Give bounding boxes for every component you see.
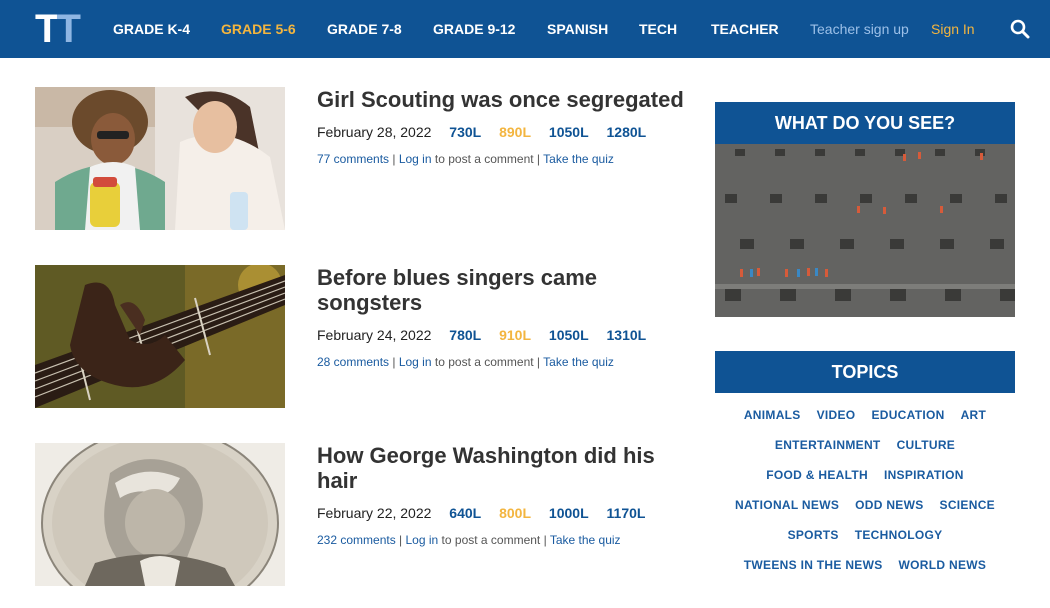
site-logo[interactable]: TT <box>35 7 81 51</box>
nav-grade-9-12[interactable]: GRADE 9-12 <box>433 0 515 58</box>
topic-link-animals[interactable]: ANIMALS <box>744 408 801 422</box>
login-link[interactable]: Log in <box>406 533 439 547</box>
comments-link[interactable]: 232 comments <box>317 533 396 547</box>
sign-in-link[interactable]: Sign In <box>931 0 975 58</box>
lexile-level-link[interactable]: 890L <box>499 124 531 140</box>
topic-link-food-health[interactable]: FOOD & HEALTH <box>766 468 868 482</box>
article-title[interactable]: Before blues singers came songsters <box>317 265 697 315</box>
comments-link[interactable]: 77 comments <box>317 152 389 166</box>
topic-link-tweens-in-the-news[interactable]: TWEENS IN THE NEWS <box>744 558 883 572</box>
nav-spanish[interactable]: SPANISH <box>547 0 608 58</box>
article-thumbnail-george-washington[interactable] <box>35 443 285 586</box>
nav-grade-7-8[interactable]: GRADE 7-8 <box>327 0 402 58</box>
article-date: February 28, 2022 <box>317 124 432 140</box>
topic-link-inspiration[interactable]: INSPIRATION <box>884 468 964 482</box>
teacher-signup-link[interactable]: Teacher sign up <box>810 0 909 58</box>
topics-row: NATIONAL NEWS ODD NEWS SCIENCE <box>715 498 1015 512</box>
topic-link-national-news[interactable]: NATIONAL NEWS <box>735 498 839 512</box>
article-date: February 22, 2022 <box>317 505 432 521</box>
logo-letter-1: T <box>35 7 60 51</box>
post-comment-text: to post a comment <box>434 355 534 369</box>
article-meta: February 28, 2022 730L 890L 1050L 1280L <box>317 124 646 140</box>
search-icon[interactable] <box>1010 19 1030 39</box>
topics-row: SPORTS TECHNOLOGY <box>715 528 1015 542</box>
article-thumbnail-guitar[interactable] <box>35 265 285 408</box>
article-actions: 28 comments | Log in to post a comment |… <box>317 355 614 369</box>
lexile-level-link[interactable]: 910L <box>499 327 531 343</box>
article-meta: February 22, 2022 640L 800L 1000L 1170L <box>317 505 645 521</box>
comments-link[interactable]: 28 comments <box>317 355 389 369</box>
quiz-link[interactable]: Take the quiz <box>543 355 614 369</box>
topic-link-entertainment[interactable]: ENTERTAINMENT <box>775 438 881 452</box>
topic-link-science[interactable]: SCIENCE <box>940 498 995 512</box>
lexile-level-link[interactable]: 730L <box>449 124 481 140</box>
what-do-you-see-heading: WHAT DO YOU SEE? <box>715 102 1015 144</box>
topic-link-sports[interactable]: SPORTS <box>788 528 839 542</box>
article-thumbnail-girl-scouts[interactable] <box>35 87 285 230</box>
lexile-level-link[interactable]: 1280L <box>607 124 647 140</box>
topic-link-art[interactable]: ART <box>961 408 987 422</box>
topics-row: ENTERTAINMENT CULTURE <box>715 438 1015 452</box>
quiz-link[interactable]: Take the quiz <box>543 152 614 166</box>
lexile-level-link[interactable]: 1310L <box>607 327 647 343</box>
quiz-link[interactable]: Take the quiz <box>550 533 621 547</box>
article-actions: 232 comments | Log in to post a comment … <box>317 533 621 547</box>
lexile-level-link[interactable]: 1050L <box>549 124 589 140</box>
lexile-level-link[interactable]: 1170L <box>607 505 646 521</box>
nav-grade-k-4[interactable]: GRADE K-4 <box>113 0 190 58</box>
topic-link-video[interactable]: VIDEO <box>817 408 856 422</box>
nav-grade-5-6[interactable]: GRADE 5-6 <box>221 0 296 58</box>
topic-link-technology[interactable]: TECHNOLOGY <box>855 528 943 542</box>
what-do-you-see-photo[interactable] <box>715 144 1015 317</box>
nav-tech[interactable]: TECH <box>639 0 677 58</box>
lexile-level-link[interactable]: 800L <box>499 505 531 521</box>
topics-heading: TOPICS <box>715 351 1015 393</box>
login-link[interactable]: Log in <box>399 152 432 166</box>
login-link[interactable]: Log in <box>399 355 432 369</box>
article-date: February 24, 2022 <box>317 327 432 343</box>
post-comment-text: to post a comment <box>434 152 534 166</box>
topic-link-culture[interactable]: CULTURE <box>897 438 956 452</box>
logo-letter-2: T <box>56 7 81 51</box>
topics-row: FOOD & HEALTH INSPIRATION <box>715 468 1015 482</box>
topic-link-world-news[interactable]: WORLD NEWS <box>899 558 987 572</box>
lexile-level-link[interactable]: 1000L <box>549 505 589 521</box>
topics-row: ANIMALS VIDEO EDUCATION ART <box>715 408 1015 422</box>
topic-link-education[interactable]: EDUCATION <box>871 408 944 422</box>
topics-row: TWEENS IN THE NEWS WORLD NEWS <box>715 558 1015 572</box>
article-title[interactable]: How George Washington did his hair <box>317 443 697 493</box>
article-title[interactable]: Girl Scouting was once segregated <box>317 87 697 112</box>
topic-link-odd-news[interactable]: ODD NEWS <box>855 498 923 512</box>
post-comment-text: to post a comment <box>441 533 541 547</box>
article-actions: 77 comments | Log in to post a comment |… <box>317 152 614 166</box>
lexile-level-link[interactable]: 1050L <box>549 327 589 343</box>
nav-teacher[interactable]: TEACHER <box>711 0 779 58</box>
lexile-level-link[interactable]: 780L <box>449 327 481 343</box>
lexile-level-link[interactable]: 640L <box>449 505 481 521</box>
top-navigation-bar: TT GRADE K-4 GRADE 5-6 GRADE 7-8 GRADE 9… <box>0 0 1050 58</box>
article-meta: February 24, 2022 780L 910L 1050L 1310L <box>317 327 646 343</box>
